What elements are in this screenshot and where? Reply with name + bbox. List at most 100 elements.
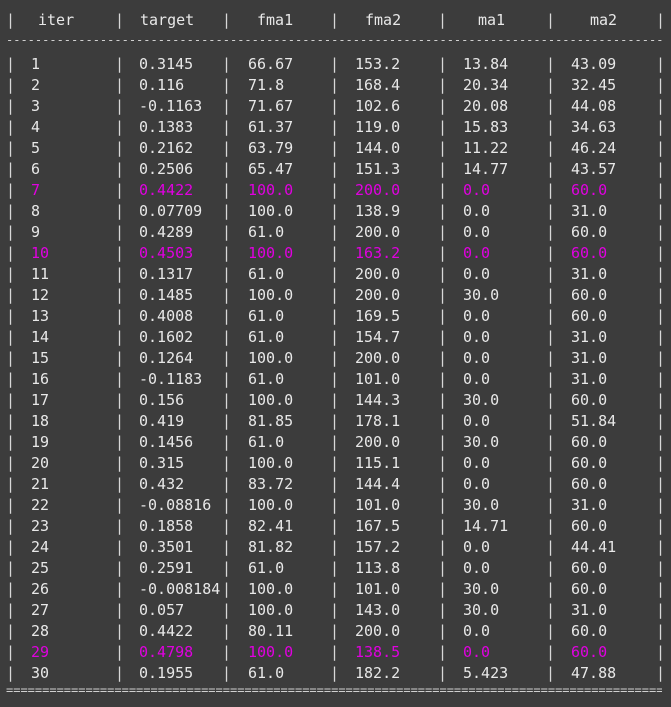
cell-iter: 24 [31, 538, 50, 556]
column-divider: | [6, 538, 16, 556]
column-divider: | [656, 328, 666, 346]
column-divider: | [330, 433, 340, 451]
table-row: | 2 | 0.116 | 71.8 | 168.4 | 20.34 | 32.45 | [0, 75, 671, 96]
cell-ma1: 15.83 [463, 118, 509, 136]
cell-ma1: 0.0 [463, 349, 491, 367]
cell-fma1: 100.0 [248, 643, 294, 661]
column-divider: | [6, 160, 16, 178]
column-divider: | [115, 97, 125, 115]
cell-iter: 25 [31, 559, 50, 577]
column-divider: | [330, 11, 340, 29]
cell-iter: 18 [31, 412, 50, 430]
cell-target: 0.4289 [139, 223, 194, 241]
cell-target: 0.1264 [139, 349, 194, 367]
cell-ma1: 30.0 [463, 580, 500, 598]
cell-ma2: 34.63 [571, 118, 617, 136]
cell-fma2: 144.4 [355, 475, 401, 493]
table-row: | 20 | 0.315 | 100.0 | 115.1 | 0.0 | 60.0 | [0, 453, 671, 474]
column-divider: | [546, 580, 556, 598]
column-divider: | [6, 11, 16, 29]
table-row: | 22 | -0.08816 | 100.0 | 101.0 | 30.0 | 31.0 | [0, 495, 671, 516]
cell-ma1: 0.0 [463, 328, 491, 346]
column-divider: | [656, 475, 666, 493]
cell-fma1: 61.0 [248, 370, 285, 388]
cell-target: 0.1317 [139, 265, 194, 283]
column-divider: | [222, 55, 232, 73]
cell-fma1: 81.85 [248, 412, 294, 430]
cell-target: 0.116 [139, 76, 185, 94]
column-divider: | [6, 307, 16, 325]
cell-ma2: 31.0 [571, 328, 608, 346]
column-divider: | [6, 286, 16, 304]
cell-target: 0.4503 [139, 244, 194, 262]
table-row: | 21 | 0.432 | 83.72 | 144.4 | 0.0 | 60.0 | [0, 474, 671, 495]
column-divider: | [438, 622, 448, 640]
column-divider: | [546, 496, 556, 514]
cell-ma2: 51.84 [571, 412, 617, 430]
cell-fma1: 100.0 [248, 580, 294, 598]
column-divider: | [330, 538, 340, 556]
cell-fma2: 200.0 [355, 622, 401, 640]
cell-fma2: 138.9 [355, 202, 401, 220]
cell-fma2: 200.0 [355, 349, 401, 367]
column-divider: | [330, 328, 340, 346]
column-divider: | [438, 538, 448, 556]
column-divider: | [330, 580, 340, 598]
column-divider: | [222, 622, 232, 640]
column-divider: | [438, 76, 448, 94]
cell-ma2: 60.0 [571, 307, 608, 325]
header-separator: ----------------------------------------… [6, 33, 662, 47]
column-divider: | [438, 265, 448, 283]
cell-ma1: 13.84 [463, 55, 509, 73]
column-divider: | [115, 370, 125, 388]
cell-ma1: 0.0 [463, 181, 491, 199]
cell-fma2: 102.6 [355, 97, 401, 115]
column-divider: | [546, 643, 556, 661]
column-divider: | [656, 349, 666, 367]
cell-iter: 1 [31, 55, 41, 73]
cell-fma2: 151.3 [355, 160, 401, 178]
column-divider: | [438, 181, 448, 199]
column-divider: | [222, 643, 232, 661]
column-divider: | [6, 601, 16, 619]
column-divider: | [6, 496, 16, 514]
cell-iter: 15 [31, 349, 50, 367]
cell-ma1: 30.0 [463, 391, 500, 409]
column-divider: | [546, 391, 556, 409]
cell-fma1: 100.0 [248, 181, 294, 199]
column-divider: | [6, 223, 16, 241]
column-divider: | [438, 244, 448, 262]
cell-ma2: 32.45 [571, 76, 617, 94]
cell-iter: 29 [31, 643, 50, 661]
cell-target: 0.2506 [139, 160, 194, 178]
table-row: | 24 | 0.3501 | 81.82 | 157.2 | 0.0 | 44.41 | [0, 537, 671, 558]
cell-target: 0.4422 [139, 181, 194, 199]
cell-target: 0.1485 [139, 286, 194, 304]
cell-fma2: 119.0 [355, 118, 401, 136]
column-divider: | [546, 307, 556, 325]
column-divider: | [546, 370, 556, 388]
column-divider: | [115, 538, 125, 556]
cell-ma2: 60.0 [571, 517, 608, 535]
column-divider: | [222, 601, 232, 619]
cell-target: 0.4008 [139, 307, 194, 325]
column-divider: | [546, 181, 556, 199]
column-divider: | [546, 97, 556, 115]
column-divider: | [6, 475, 16, 493]
cell-target: 0.2591 [139, 559, 194, 577]
cell-fma1: 61.0 [248, 265, 285, 283]
column-divider: | [115, 475, 125, 493]
column-divider: | [222, 538, 232, 556]
cell-target: -0.008184 [139, 580, 221, 598]
column-divider: | [115, 118, 125, 136]
column-divider: | [115, 601, 125, 619]
cell-ma1: 0.0 [463, 454, 491, 472]
table-row: | 7 | 0.4422 | 100.0 | 200.0 | 0.0 | 60.0 | [0, 180, 671, 201]
column-divider: | [546, 622, 556, 640]
cell-fma2: 115.1 [355, 454, 401, 472]
cell-target: 0.1456 [139, 433, 194, 451]
header-fma1: fma1 [257, 11, 294, 29]
column-divider: | [330, 622, 340, 640]
cell-fma1: 100.0 [248, 349, 294, 367]
cell-iter: 5 [31, 139, 41, 157]
